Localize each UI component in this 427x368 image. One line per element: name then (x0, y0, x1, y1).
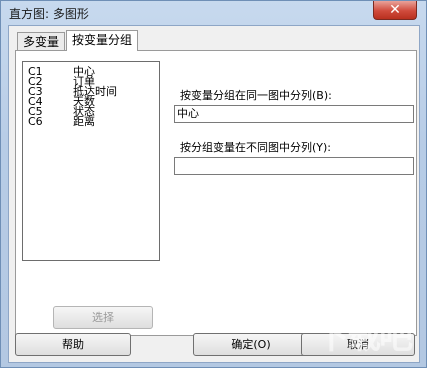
title-bar[interactable]: 直方图: 多图形 ✕ (1, 1, 426, 25)
tab-panel: C1 中心 C2 订单 C3 抵达时间 C4 天数 C5 状态 C6 距离 按变… (15, 50, 417, 336)
dialog-window: 直方图: 多图形 ✕ 多变量 按变量分组 C1 中心 C2 订单 C3 抵达时间 (0, 0, 427, 368)
same-graph-label: 按变量分组在同一图中分列(B): (180, 89, 332, 102)
select-button[interactable]: 选择 (53, 306, 153, 329)
variable-list[interactable]: C1 中心 C2 订单 C3 抵达时间 C4 天数 C5 状态 C6 距离 (22, 61, 160, 261)
help-button[interactable]: 帮助 (15, 333, 131, 356)
same-graph-input[interactable]: 中心 (174, 105, 414, 123)
separate-graphs-input[interactable] (174, 157, 414, 175)
watermark-logo: 下载吧 (315, 317, 413, 357)
variable-column: C6 (28, 115, 43, 128)
separate-graphs-label: 按分组变量在不同图中分列(Y): (180, 141, 332, 154)
variable-name: 距离 (73, 115, 95, 128)
dialog-client-area: 多变量 按变量分组 C1 中心 C2 订单 C3 抵达时间 C4 天数 C5 状… (8, 25, 420, 363)
ok-button[interactable]: 确定(O) (193, 333, 309, 356)
tab-multiple-variables[interactable]: 多变量 (17, 32, 66, 51)
close-button[interactable]: ✕ (373, 1, 417, 20)
tab-by-variables[interactable]: 按变量分组 (66, 30, 139, 51)
close-icon: ✕ (389, 2, 401, 18)
window-title: 直方图: 多图形 (9, 7, 89, 21)
